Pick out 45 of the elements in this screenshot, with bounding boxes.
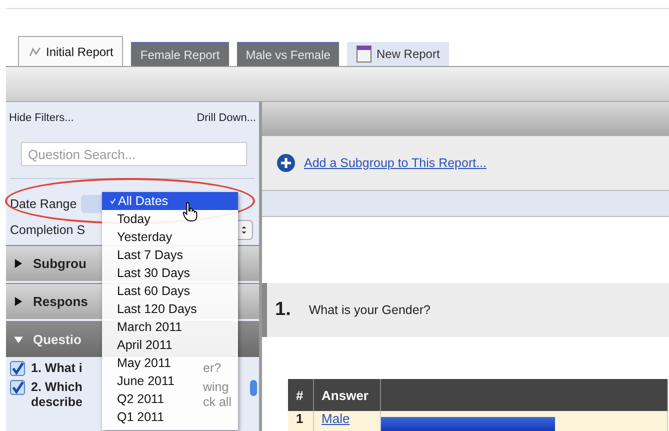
date-option[interactable]: April 2011 [102, 336, 174, 354]
chart-icon [28, 46, 42, 58]
date-option[interactable]: May 2011 [102, 354, 173, 372]
date-option[interactable]: All Dates [102, 192, 238, 210]
report-tab[interactable]: Male vs Female [236, 42, 340, 66]
collapsed-triangle-icon [14, 259, 23, 268]
question-search-field[interactable]: Question Search... [21, 142, 247, 166]
report-tab[interactable]: Initial Report [18, 36, 124, 66]
scrollbar-thumb[interactable] [250, 380, 257, 396]
add-icon[interactable] [276, 153, 296, 173]
date-option[interactable]: Last 60 Days [102, 282, 192, 300]
date-option[interactable]: Last 7 Days [102, 246, 186, 264]
column-header: Answer [313, 379, 380, 411]
date-option[interactable]: Last 30 Days [102, 264, 192, 282]
completion-label: Completion S [10, 223, 86, 237]
date-option[interactable]: Today [102, 210, 152, 228]
question-text: er? [203, 361, 222, 375]
date-option[interactable]: Q1 2011 [102, 408, 166, 426]
question-title: What is your Gender? [308, 303, 430, 317]
question-text: wing [203, 380, 229, 394]
date-option[interactable]: June 2011 [102, 372, 176, 390]
calendar-icon [356, 45, 372, 63]
date-option[interactable]: Q2 2011 [102, 390, 166, 408]
date-option[interactable]: Last 120 Days [102, 300, 199, 318]
checkbox[interactable] [10, 380, 25, 395]
hand-cursor-icon [182, 202, 198, 222]
add-subgroup-link[interactable]: Add a Subgroup to This Report... [304, 156, 487, 170]
question-text: 2. Which [31, 380, 82, 395]
checkmark-icon [110, 198, 116, 204]
expanded-triangle-icon [14, 335, 23, 344]
date-range-label: Date Range [10, 197, 77, 211]
collapsed-triangle-icon [14, 297, 23, 306]
question-text: ck all [203, 395, 232, 409]
column-header: # [288, 379, 314, 411]
question-text: 1. What i [31, 361, 82, 376]
question-text: describe [31, 395, 82, 410]
table-cell: 1 [288, 411, 314, 431]
date-option[interactable]: March 2011 [102, 318, 184, 336]
drill-down-link[interactable]: Drill Down... [196, 112, 256, 124]
hide-filters-link[interactable]: Hide Filters... [9, 112, 74, 124]
report-tab[interactable]: Female Report [131, 42, 229, 66]
checkbox[interactable] [10, 361, 25, 376]
date-option[interactable]: Yesterday [102, 228, 174, 246]
report-tab[interactable]: New Report [347, 42, 449, 66]
question-number: 1. [275, 299, 291, 321]
